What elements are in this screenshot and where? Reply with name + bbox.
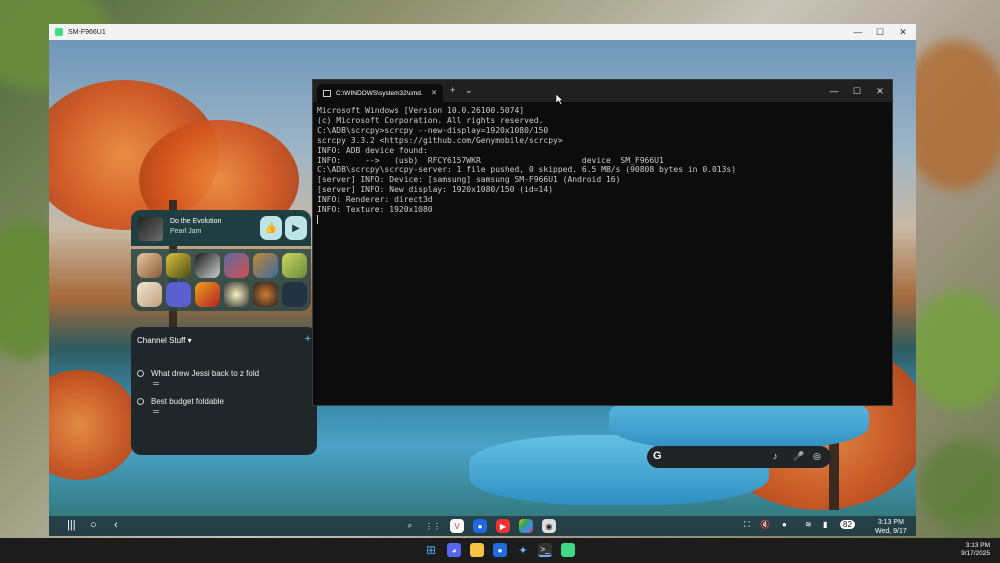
note-lines-icon	[153, 410, 159, 413]
wifi-icon: ≋	[805, 520, 812, 529]
maximize-button[interactable]: ☐	[868, 24, 892, 40]
cmd-line: [server] INFO: New display: 1920x1080/15…	[317, 185, 554, 195]
app-icon[interactable]	[224, 253, 249, 278]
music-note-icon[interactable]: ♪	[773, 451, 778, 461]
app-icon[interactable]	[166, 253, 191, 278]
terminal-icon[interactable]: >_	[538, 543, 552, 557]
wallpaper-tree	[49, 370, 139, 480]
cmd-line: scrcpy 3.3.2 <https://github.com/Genymob…	[317, 135, 563, 145]
thumbs-up-app-icon[interactable]	[166, 282, 191, 307]
minimize-button[interactable]: —	[846, 24, 870, 40]
google-search-bar[interactable]: G ♪ 🎤 ◎	[647, 446, 831, 468]
back-button[interactable]: ‹	[114, 519, 118, 531]
cmd-line: INFO: --> (usb) RFCY6157WKR device SM_F9…	[317, 155, 664, 165]
cmd-output[interactable]: Microsoft Windows [Version 10.0.26100.50…	[317, 106, 887, 402]
cmd-line: [server] INFO: Device: [samsung] samsung…	[317, 175, 621, 185]
app-icon[interactable]	[253, 282, 278, 307]
messages-icon[interactable]: ●	[473, 519, 487, 533]
vivaldi-icon[interactable]: V	[450, 519, 464, 533]
windows-start-icon[interactable]: ⊞	[424, 543, 438, 557]
home-button[interactable]: ○	[90, 519, 97, 531]
app-grid	[131, 249, 311, 311]
lens-icon[interactable]: ◎	[813, 451, 821, 462]
microphone-icon[interactable]: 🎤	[793, 451, 804, 462]
screenshot-icon: ⛶	[744, 520, 750, 529]
app-icon[interactable]	[282, 253, 307, 278]
youtube-icon[interactable]: ▶	[496, 519, 510, 533]
cmd-line: C:\ADB\scrcpy\scrcpy-server: 1 file push…	[317, 165, 737, 175]
song-artist: Pearl Jam	[170, 228, 202, 235]
close-button[interactable]: ✕	[891, 24, 915, 40]
mouse-pointer-icon	[556, 94, 564, 105]
app-drawer-icon[interactable]: ⋮⋮	[425, 519, 441, 533]
notes-widget-title[interactable]: Channel Stuff ▾	[137, 336, 192, 345]
new-tab-button[interactable]: +	[450, 85, 455, 95]
note-item[interactable]: Best budget foldable	[137, 397, 224, 406]
play-icon[interactable]: ▶	[285, 216, 307, 240]
app-icon[interactable]	[137, 253, 162, 278]
google-logo: G	[653, 450, 662, 462]
cmd-minimize-button[interactable]: —	[823, 83, 845, 99]
messages-icon[interactable]: ●	[493, 543, 507, 557]
android-taskbar: ||| ○ ‹ ⌕ ⋮⋮ V ● ▶ ◉ ⛶ 🔇 ● ≋ ▮ 82 3:13 P…	[49, 516, 916, 536]
recents-button[interactable]: |||	[67, 519, 76, 531]
thumbs-up-icon[interactable]: 👍	[260, 216, 282, 240]
signal-icon: ▮	[823, 520, 828, 529]
app-icon[interactable]	[195, 253, 220, 278]
app-icon[interactable]	[137, 282, 162, 307]
music-widget[interactable]: Do the Evolution Pearl Jam 👍 ▶	[131, 210, 311, 246]
note-item[interactable]: What drew Jessi back to z fold	[137, 369, 259, 378]
app-icon[interactable]	[224, 282, 249, 307]
song-title: Do the Evolution	[170, 218, 222, 225]
camera-icon[interactable]: ◉	[542, 519, 556, 533]
album-art	[138, 217, 163, 241]
background-leaf	[910, 290, 1000, 410]
tab-close-icon[interactable]: ✕	[431, 89, 437, 97]
windows-clock[interactable]: 3:13 PM 9/17/2025	[961, 542, 990, 558]
empty-app-slot[interactable]	[282, 282, 307, 307]
discord-icon[interactable]: ◕	[447, 543, 461, 557]
battery-icon: 82	[840, 520, 855, 529]
terminal-icon	[323, 89, 331, 97]
android-clock[interactable]: 3:13 PM Wed, 9/17	[875, 518, 907, 536]
cmd-close-button[interactable]: ✕	[869, 83, 891, 99]
cmd-tab-title: C:\WINDOWS\system32\cmd.	[336, 89, 423, 97]
cmd-line: INFO: ADB device found:	[317, 145, 428, 155]
windows-taskbar: ⊞ ◕ ● ✦ >_ 3:13 PM 9/17/2025	[0, 538, 1000, 563]
add-note-button[interactable]: +	[305, 333, 311, 345]
checkbox-icon[interactable]	[137, 370, 144, 377]
text-cursor	[317, 214, 318, 224]
app-icon[interactable]	[253, 253, 278, 278]
photos-icon[interactable]	[519, 519, 533, 533]
background-leaf	[920, 440, 1000, 530]
chat-icon: ●	[782, 520, 787, 529]
note-lines-icon	[153, 382, 159, 385]
scrcpy-titlebar[interactable]: SM-F966U1 — ☐ ✕	[49, 24, 916, 40]
cmd-line: Microsoft Windows [Version 10.0.26100.50…	[317, 106, 525, 115]
tab-dropdown-button[interactable]: ⌄	[465, 85, 473, 96]
command-prompt-window[interactable]: C:\WINDOWS\system32\cmd. ✕ + ⌄ — ☐ ✕ Mic…	[312, 79, 893, 406]
scrcpy-window-title: SM-F966U1	[68, 28, 106, 36]
checkbox-icon[interactable]	[137, 398, 144, 405]
file-explorer-icon[interactable]	[470, 543, 484, 557]
cmd-line: (c) Microsoft Corporation. All rights re…	[317, 115, 544, 125]
copilot-icon[interactable]: ✦	[516, 543, 530, 557]
app-icon[interactable]	[195, 282, 220, 307]
scrcpy-icon[interactable]	[561, 543, 575, 557]
cmd-line: INFO: Renderer: direct3d	[317, 195, 433, 205]
cmd-titlebar[interactable]: C:\WINDOWS\system32\cmd. ✕ + ⌄ — ☐ ✕	[313, 80, 892, 102]
cmd-line: C:\ADB\scrcpy>scrcpy --new-display=1920x…	[317, 125, 549, 135]
notes-widget[interactable]: Channel Stuff ▾ + What drew Jessi back t…	[131, 327, 317, 455]
mute-icon: 🔇	[760, 520, 770, 529]
cmd-tab[interactable]: C:\WINDOWS\system32\cmd. ✕	[317, 84, 443, 102]
search-icon[interactable]: ⌕	[403, 519, 417, 533]
cmd-maximize-button[interactable]: ☐	[846, 83, 868, 99]
android-app-icon	[55, 28, 63, 36]
cmd-line: INFO: Texture: 1920x1080	[317, 205, 433, 215]
